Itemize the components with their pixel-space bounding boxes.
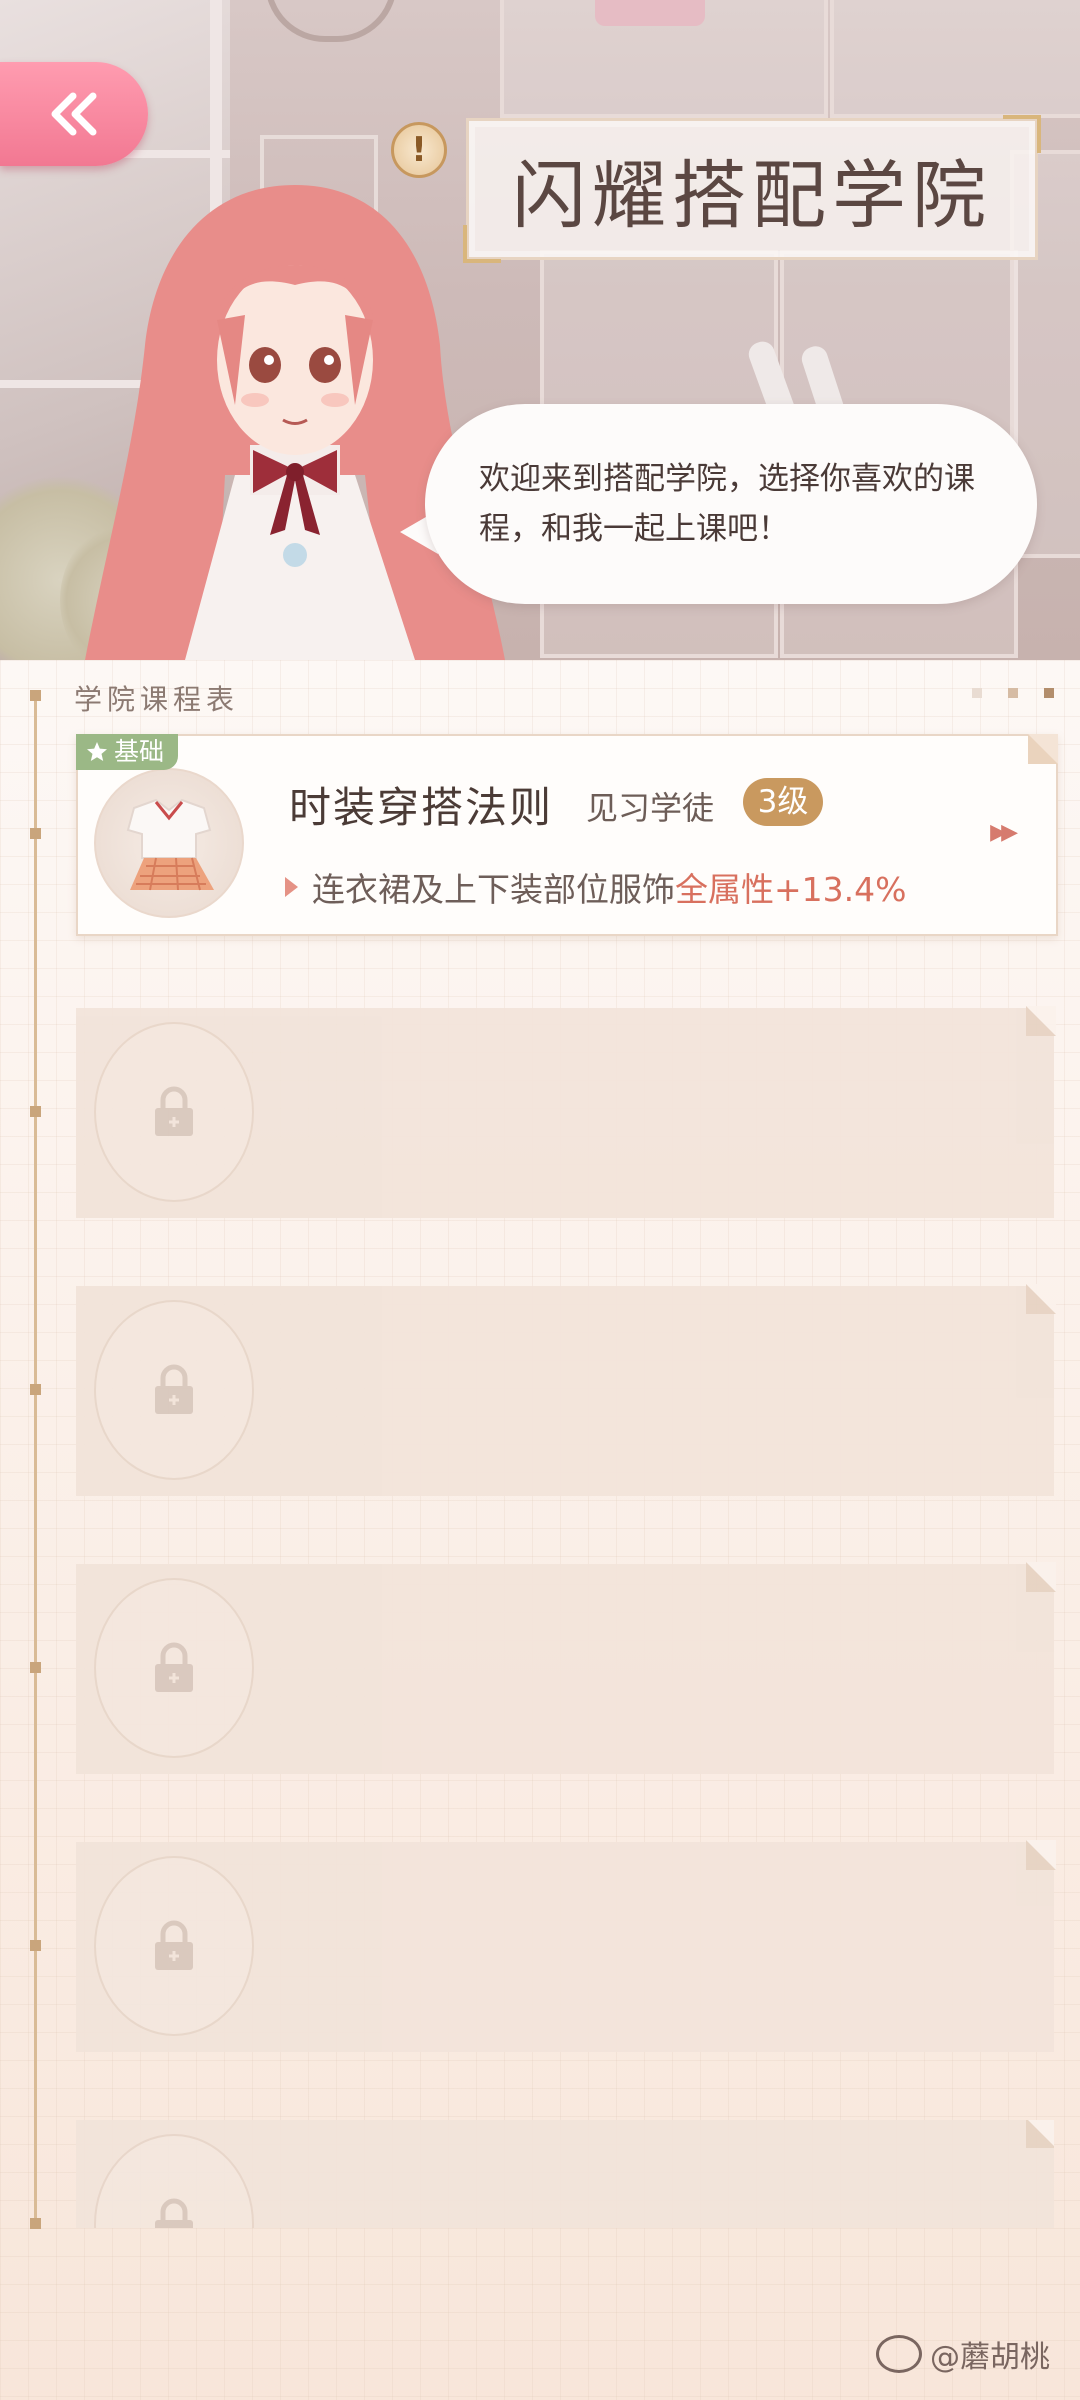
timeline-node [30, 828, 41, 839]
decor-dots [972, 688, 1054, 698]
watermark: @蘑胡桃 [876, 2332, 1050, 2376]
page-title: 闪耀搭配学院 [463, 115, 1041, 263]
tier-badge: 基础 [76, 734, 179, 770]
course-title: 时装穿搭法则 [289, 783, 554, 832]
timeline-node [30, 1106, 41, 1117]
effect-text: 连衣裙及上下装部位服饰 [312, 870, 675, 909]
tier-label: 基础 [114, 737, 165, 766]
lock-icon [94, 1300, 254, 1480]
lock-icon [94, 1856, 254, 2036]
star-icon [87, 742, 107, 761]
course-card[interactable]: 基础 时装穿搭法则 见习学徒 3级 连衣裙及上下装部位服饰 全属性+13.4% ▶… [76, 734, 1058, 936]
timeline-node [30, 1940, 41, 1951]
schedule-label: 学院课程表 [74, 683, 240, 716]
effect-arrow-icon [285, 877, 298, 897]
lock-icon [94, 1578, 254, 1758]
character-illustration [85, 185, 505, 660]
card-fold [1028, 734, 1058, 764]
locked-course-card [76, 2120, 1054, 2228]
course-thumbnail [94, 768, 244, 918]
timeline-node [30, 1662, 41, 1673]
info-icon[interactable]: ! [391, 122, 447, 178]
timeline-node [30, 690, 41, 701]
locked-course-card [76, 1006, 1056, 1218]
course-schedule: 学院课程表 基础 时装穿搭法则 见习学徒 3级 连衣裙及上下装部位服饰 全属性+1… [0, 660, 1080, 2400]
page-title-text: 闪耀搭配学院 [512, 152, 992, 239]
level-badge: 3级 [743, 778, 823, 826]
weibo-logo-icon [876, 2335, 922, 2373]
course-effect: 连衣裙及上下装部位服饰 全属性+13.4% [285, 863, 906, 911]
effect-highlight: 全属性+13.4% [675, 870, 907, 909]
course-rank: 见习学徒 [586, 789, 715, 827]
locked-course-card [76, 1284, 1056, 1496]
back-button[interactable] [0, 62, 148, 166]
dialogue-text: 欢迎来到搭配学院，选择你喜欢的课程，和我一起上课吧！ [479, 461, 975, 547]
timeline-node [30, 2218, 41, 2229]
forward-chevron-icon[interactable]: ▶▶ [990, 820, 1018, 845]
timeline-line [34, 695, 37, 2225]
locked-course-card [76, 1840, 1056, 2052]
timeline-node [30, 1384, 41, 1395]
speech-bubble: 欢迎来到搭配学院，选择你喜欢的课程，和我一起上课吧！ [425, 404, 1037, 604]
scene-background: ! 闪耀搭配学院 欢迎来到搭配学院，选择你喜欢的课程，和我一起上课吧！ [0, 0, 1080, 660]
back-chevron-icon [51, 92, 97, 136]
lock-icon [94, 1022, 254, 1202]
watermark-text: @蘑胡桃 [930, 2340, 1050, 2375]
locked-course-card [76, 1562, 1056, 1774]
lock-icon [94, 2134, 254, 2228]
